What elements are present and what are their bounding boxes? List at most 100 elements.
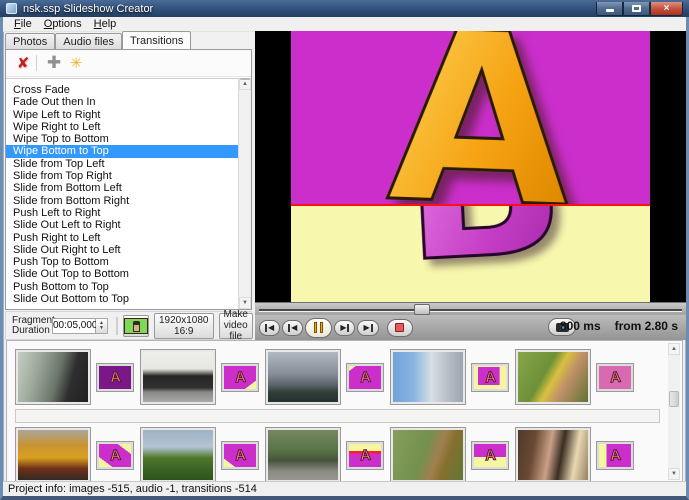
timeline-photo-thumbnail[interactable] <box>140 427 216 483</box>
transition-letter: A <box>484 447 496 463</box>
timeline-scrollbar[interactable]: ▲ ▼ <box>668 343 680 480</box>
scroll-down-icon[interactable]: ▼ <box>668 468 680 480</box>
timeline-transition-thumbnail[interactable]: A <box>96 441 134 470</box>
make-video-button[interactable]: Make video file <box>219 313 253 339</box>
fragment-duration-label: Fragment Duration <box>8 316 52 336</box>
transitions-pane: ✘ ✚ ✳ Cross FadeFade Out then InWipe Lef… <box>5 49 252 310</box>
transition-option[interactable]: Wipe Top to Bottom <box>6 133 238 145</box>
tab-transitions[interactable]: Transitions <box>122 31 191 49</box>
menu-file[interactable]: File <box>8 18 38 30</box>
letter-b-graphic: B <box>395 206 570 292</box>
effect-icon[interactable]: ✳ <box>65 54 87 72</box>
close-button[interactable]: × <box>650 2 683 16</box>
go-to-end-button[interactable]: ▶ <box>357 320 378 336</box>
resolution-button[interactable]: 1920x1080 16:9 <box>154 313 214 339</box>
photo-preview-button[interactable] <box>123 315 149 337</box>
seek-slider[interactable] <box>255 302 686 315</box>
transition-option[interactable]: Slide from Bottom Right <box>6 195 238 207</box>
timeline-transition-thumbnail[interactable]: A <box>471 441 509 470</box>
transition-option[interactable]: Slide Out Left to Right <box>6 219 238 231</box>
slider-track[interactable] <box>259 309 682 312</box>
timeline-transition-thumbnail[interactable]: A <box>96 363 134 392</box>
tab-photos[interactable]: Photos <box>5 33 55 49</box>
transition-option[interactable]: Push Top to Bottom <box>6 256 238 268</box>
scrollbar-thumb[interactable] <box>240 78 250 80</box>
transition-option[interactable]: Slide Out Right to Left <box>6 244 238 256</box>
scroll-down-icon[interactable]: ▼ <box>239 297 251 309</box>
title-bar[interactable]: nsk.ssp Slideshow Creator × <box>0 0 689 17</box>
transitions-scrollbar[interactable]: ▲ ▼ <box>238 78 251 309</box>
scroll-up-icon[interactable]: ▲ <box>668 343 680 355</box>
transition-option[interactable]: Fade Out then In <box>6 96 238 108</box>
maximize-button[interactable] <box>623 2 650 16</box>
window-controls: × <box>596 2 683 16</box>
menu-options[interactable]: Options <box>38 18 88 30</box>
previous-frame-button[interactable]: ◀ <box>282 320 303 336</box>
transport-bar: ◀ ◀ ▶ ▶ 800 ms from 2.80 s <box>255 315 686 340</box>
minimize-button[interactable] <box>596 2 623 16</box>
next-frame-button[interactable]: ▶ <box>334 320 355 336</box>
transition-option[interactable]: Push Right to Left <box>6 232 238 244</box>
time-current: 800 ms <box>560 319 601 333</box>
timeline-transition-thumbnail[interactable]: A <box>346 441 384 470</box>
go-to-start-button[interactable]: ◀ <box>259 320 280 336</box>
time-from: from 2.80 s <box>615 319 678 333</box>
timeline-photo-thumbnail[interactable] <box>265 349 341 405</box>
transition-letter: A <box>609 447 621 463</box>
timeline-transition-thumbnail[interactable]: A <box>346 363 384 392</box>
transition-option[interactable]: Slide from Bottom Left <box>6 182 238 194</box>
skip-end-icon: ▶ <box>363 324 369 332</box>
timeline-transition-thumbnail[interactable]: A <box>596 441 634 470</box>
pause-button[interactable] <box>305 318 332 338</box>
transition-option[interactable]: Slide Out Top to Bottom <box>6 268 238 280</box>
menu-help[interactable]: Help <box>88 18 123 30</box>
transition-letter: A <box>359 369 371 385</box>
timeline-photo-thumbnail[interactable] <box>390 349 466 405</box>
transition-option[interactable]: Cross Fade <box>6 84 238 96</box>
transition-option[interactable]: Wipe Right to Left <box>6 121 238 133</box>
add-icon[interactable]: ✚ <box>43 53 65 73</box>
bar-icon <box>265 324 267 332</box>
timeline-photo-thumbnail[interactable] <box>515 349 591 405</box>
timeline: A A A A A A A A A A ▲ ▼ <box>6 340 683 483</box>
delete-icon[interactable]: ✘ <box>12 54 34 72</box>
timeline-photo-thumbnail[interactable] <box>390 427 466 483</box>
duration-input[interactable]: 00:05,000 <box>52 318 96 334</box>
menu-bar: File Options Help <box>3 17 686 32</box>
app-icon <box>6 3 17 14</box>
transition-option[interactable]: Wipe Bottom to Top <box>6 145 238 157</box>
transition-option[interactable]: Slide Out Bottom to Top <box>6 293 238 305</box>
timeline-photo-thumbnail[interactable] <box>15 427 91 483</box>
next-icon: ▶ <box>340 324 346 332</box>
preview-area: A B <box>255 31 686 302</box>
transition-option[interactable]: Slide from Top Right <box>6 170 238 182</box>
blank-box[interactable] <box>116 317 118 335</box>
transition-option[interactable]: Push Left to Right <box>6 207 238 219</box>
project-info: Project info: images -515, audio -1, tra… <box>8 483 257 495</box>
letter-a-graphic: A <box>385 31 575 204</box>
tab-audio-files[interactable]: Audio files <box>55 33 122 49</box>
stop-button[interactable] <box>387 319 413 337</box>
transition-option[interactable]: Slide from Top Left <box>6 158 238 170</box>
timeline-transition-thumbnail[interactable]: A <box>596 363 634 392</box>
scrollbar-thumb[interactable] <box>669 391 679 407</box>
transition-option[interactable]: Wipe Left to Right <box>6 109 238 121</box>
spin-down-icon[interactable]: ▼ <box>99 326 104 331</box>
timeline-photo-thumbnail[interactable] <box>265 427 341 483</box>
timeline-photo-thumbnail[interactable] <box>515 427 591 483</box>
chroma-thumbnail <box>124 318 148 334</box>
timeline-transition-thumbnail[interactable]: A <box>221 363 259 392</box>
timeline-divider-strip <box>15 409 660 423</box>
close-icon: × <box>664 4 670 13</box>
timeline-transition-thumbnail[interactable]: A <box>471 363 509 392</box>
timeline-transition-thumbnail[interactable]: A <box>221 441 259 470</box>
timeline-photo-thumbnail[interactable] <box>140 349 216 405</box>
preview-incoming-image: B <box>291 206 650 302</box>
bar-icon <box>288 324 290 332</box>
duration-spinner[interactable]: ▲▼ <box>96 318 108 334</box>
transition-option[interactable]: Push Bottom to Top <box>6 281 238 293</box>
slider-handle[interactable] <box>414 304 430 315</box>
fragment-controls: Fragment Duration 00:05,000 ▲▼ 1920x1080… <box>5 311 252 340</box>
timeline-photo-thumbnail[interactable] <box>15 349 91 405</box>
transition-letter: A <box>359 447 371 463</box>
